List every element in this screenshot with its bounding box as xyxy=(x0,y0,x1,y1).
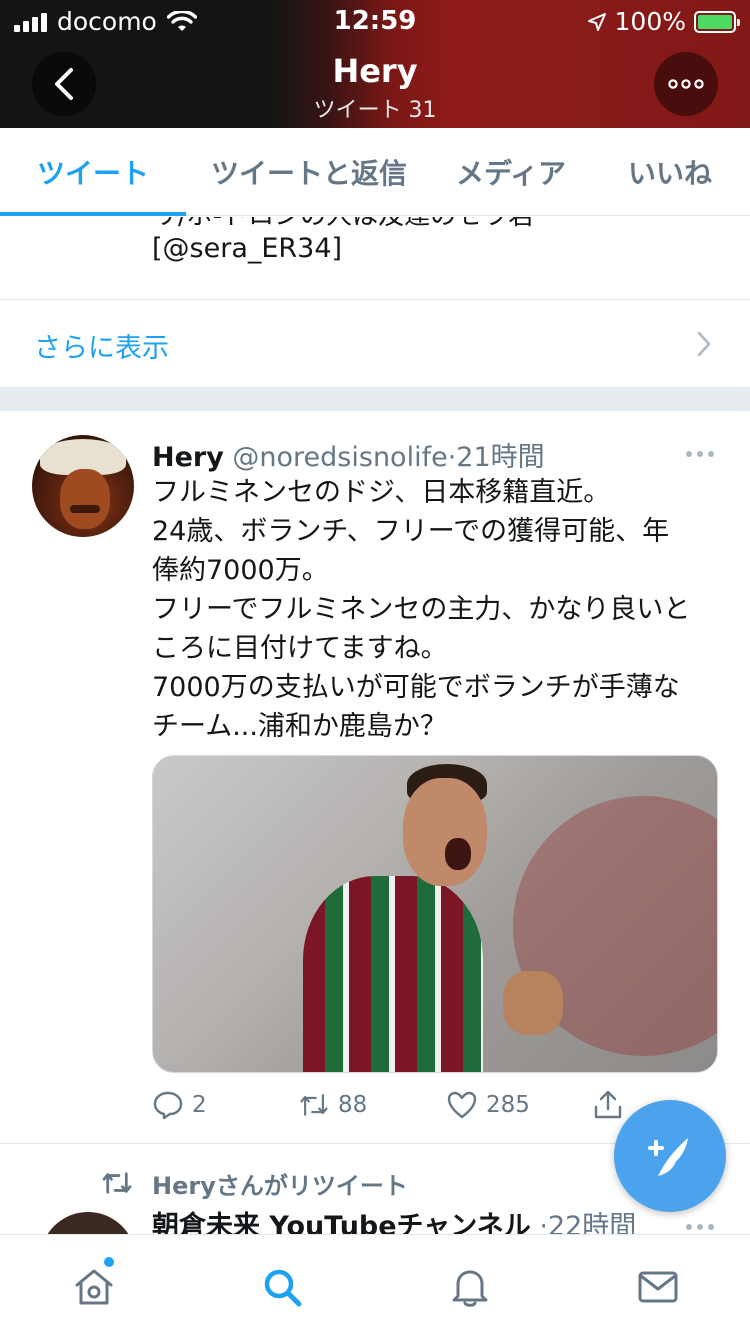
tweet-time: 22時間 xyxy=(547,1211,637,1234)
retweet-button[interactable]: 88 xyxy=(298,1089,367,1121)
tab-tweets-and-replies[interactable]: ツイートと返信 xyxy=(200,128,418,216)
tweet-author-handle[interactable]: @noredsisnolife xyxy=(232,442,447,473)
location-arrow-icon xyxy=(587,12,606,31)
like-count: 285 xyxy=(486,1092,530,1118)
previous-tweet-cut-text: リ/ボ-ドロンの人は及達のセラ君 xyxy=(152,217,534,232)
tweet-text: フルミネンセのドジ、日本移籍直近。 24歳、ボランチ、フリーでの獲得可能、年 俸… xyxy=(152,473,722,746)
tweet-author-name[interactable]: 朝倉未来 YouTubeチャンネル xyxy=(152,1211,531,1234)
retweet-label: Heryさんがリツイート xyxy=(152,1172,408,1200)
profile-name: Hery xyxy=(332,52,418,90)
compose-tweet-button[interactable] xyxy=(614,1100,726,1212)
show-more-row[interactable]: さらに表示 xyxy=(0,300,750,388)
show-more-label: さらに表示 xyxy=(34,333,169,364)
tweet-text-line: 俸約7000万。 xyxy=(152,555,329,586)
share-icon xyxy=(594,1090,622,1119)
tweet-time: 21時間 xyxy=(456,442,545,473)
battery-percent: 100% xyxy=(614,7,686,36)
tweet[interactable]: Hery @noredsisnolife·21時間 フルミネンセのドジ、日本移籍… xyxy=(0,411,750,1144)
home-notification-dot xyxy=(104,1257,114,1267)
tweet-count: ツイート 31 xyxy=(313,98,437,123)
meta-separator: · xyxy=(447,442,457,473)
retweet-count: 88 xyxy=(338,1092,368,1118)
tweet-header: Hery @noredsisnolife·21時間 xyxy=(152,435,545,474)
search-icon xyxy=(264,1269,302,1307)
search-tab[interactable] xyxy=(258,1263,306,1311)
retweet-icon xyxy=(300,1094,328,1116)
tweet-actions: 2 88 285 xyxy=(152,1089,632,1129)
tweet-header: 朝倉未来 YouTubeチャンネル ·22時間 xyxy=(152,1204,636,1234)
profile-tabs: ツイート ツイートと返信 メディア いいね xyxy=(0,128,750,216)
avatar[interactable] xyxy=(32,435,134,537)
tweet-text-line: フリーでフルミネンセの主力、かなり良いと xyxy=(152,594,691,625)
retweet-indicator-icon xyxy=(102,1172,132,1194)
heart-icon xyxy=(447,1091,477,1119)
header-title: Hery ツイート 31 xyxy=(0,52,750,124)
share-button[interactable] xyxy=(592,1089,624,1121)
status-bar: docomo 12:59 100% xyxy=(0,0,750,40)
more-dots-icon xyxy=(668,79,704,89)
mail-icon xyxy=(638,1271,678,1303)
bell-icon xyxy=(452,1270,488,1307)
tweet-text-line: 7000万の支払いが可能でボランチが手薄な xyxy=(152,672,680,703)
tweet-more-icon[interactable] xyxy=(686,451,714,457)
home-icon xyxy=(75,1269,113,1305)
section-divider xyxy=(0,388,750,411)
tab-likes[interactable]: いいね xyxy=(610,128,730,216)
tweet-timeline[interactable]: リ/ボ-ドロンの人は及達のセラ君 [@sera_ER34] さらに表示 Hery… xyxy=(0,217,750,1234)
active-tab-indicator xyxy=(0,212,186,216)
reply-icon xyxy=(153,1091,183,1120)
tweet-author-name[interactable]: Hery xyxy=(152,442,224,473)
battery-charging-icon xyxy=(694,10,740,33)
previous-tweet-text: [@sera_ER34] xyxy=(152,233,343,264)
tab-tweets[interactable]: ツイート xyxy=(0,128,186,216)
bottom-tab-bar xyxy=(0,1234,750,1334)
tweet-text-line: 24歳、ボランチ、フリーでの獲得可能、年 xyxy=(152,516,670,547)
more-options-button[interactable] xyxy=(654,52,718,116)
tweet-more-icon[interactable] xyxy=(686,1224,714,1230)
profile-header: docomo 12:59 100% Hery ツイート 31 xyxy=(0,0,750,128)
notifications-tab[interactable] xyxy=(446,1263,494,1311)
reply-button[interactable]: 2 xyxy=(152,1089,207,1121)
reply-count: 2 xyxy=(192,1092,207,1118)
avatar[interactable] xyxy=(40,1212,136,1234)
tab-media[interactable]: メディア xyxy=(440,128,582,216)
messages-tab[interactable] xyxy=(634,1263,682,1311)
like-button[interactable]: 285 xyxy=(446,1089,530,1121)
previous-tweet[interactable]: リ/ボ-ドロンの人は及達のセラ君 [@sera_ER34] xyxy=(0,217,750,300)
tweet-text-line: チーム...浦和か鹿島か？ xyxy=(152,711,447,742)
home-tab[interactable] xyxy=(70,1263,118,1311)
tweet-photo[interactable] xyxy=(152,755,718,1073)
compose-tweet-icon xyxy=(648,1138,688,1176)
chevron-right-icon xyxy=(697,331,711,357)
tweet-text-line: ころに目付けてますね。 xyxy=(152,633,448,664)
meta-separator: · xyxy=(539,1211,548,1234)
tweet-text-line: フルミネンセのドジ、日本移籍直近。 xyxy=(152,477,611,508)
